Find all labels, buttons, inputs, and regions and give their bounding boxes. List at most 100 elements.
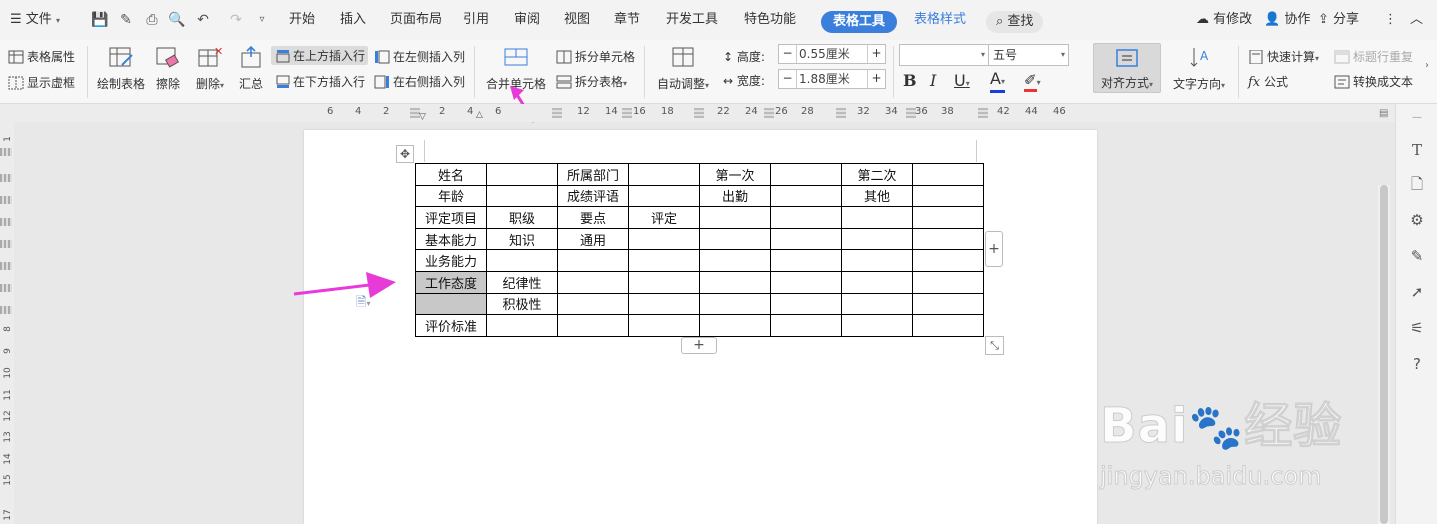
table-cell[interactable] [699, 206, 771, 229]
width-stepper[interactable]: − 1.88厘米 + [778, 69, 886, 89]
table-cell[interactable] [486, 163, 558, 186]
print-preview-icon[interactable]: 🔍 [167, 10, 187, 30]
tab-table-tools[interactable]: 表格工具 [821, 11, 898, 33]
table-cell[interactable]: 所属部门 [557, 163, 629, 186]
tab-chapter[interactable]: 章节 [614, 0, 640, 40]
share-button[interactable]: ⇪ 分享 [1318, 0, 1359, 40]
table-cell[interactable] [770, 163, 842, 186]
table-cell[interactable] [912, 270, 984, 294]
table-cell[interactable] [628, 292, 700, 316]
tab-home[interactable]: 开始 [289, 0, 315, 40]
split-table-button[interactable]: 拆分表格▾ [556, 73, 627, 90]
table-cell[interactable] [486, 249, 558, 272]
table-cell[interactable] [628, 249, 700, 272]
table-cell[interactable] [841, 206, 913, 229]
ruler-toggle-icon[interactable]: ▤ [1379, 108, 1388, 119]
add-column-button[interactable]: + [985, 231, 1003, 267]
document-table[interactable]: 姓名 所属部门 第一次 第二次 年龄 成绩评语 出勤 其他 评定项目 职级 要点 评定 基本能力 知识 通用… [415, 163, 984, 337]
table-cell[interactable]: 业务能力 [415, 249, 487, 272]
table-cell[interactable]: 评定 [628, 206, 700, 229]
tab-developer[interactable]: 开发工具 [666, 0, 718, 40]
table-cell[interactable] [770, 292, 842, 316]
customize-icon[interactable]: ▿ [252, 10, 272, 30]
table-cell[interactable] [912, 206, 984, 229]
table-cell[interactable]: 姓名 [415, 163, 487, 186]
table-cell[interactable] [699, 314, 771, 337]
tab-table-style[interactable]: 表格样式 [914, 0, 966, 40]
insert-column-left-button[interactable]: 在左侧插入列 [374, 48, 465, 65]
text-direction-button[interactable]: A 文字方向▾ [1168, 45, 1230, 92]
collapse-ribbon-icon[interactable]: ︿ [1410, 0, 1423, 40]
table-cell[interactable] [699, 292, 771, 316]
table-cell[interactable] [770, 227, 842, 251]
highlight-button[interactable]: ✐▾ [1024, 71, 1041, 92]
print-icon[interactable]: ⎙ [142, 10, 162, 30]
table-move-handle[interactable]: ✥ [396, 145, 414, 163]
search-button[interactable]: ⌕ 查找 [986, 11, 1044, 33]
width-decrement-button[interactable]: − [779, 70, 797, 88]
format-painter-icon[interactable]: ✎ [116, 10, 136, 30]
tab-review[interactable]: 审阅 [514, 0, 540, 40]
show-gridlines-button[interactable]: 显示虚框 [8, 74, 75, 91]
ruler-column-marker[interactable] [552, 108, 562, 118]
table-cell[interactable]: 其他 [841, 184, 913, 208]
font-size-dropdown[interactable]: 五号 ▾ [988, 44, 1069, 66]
ruler-column-marker[interactable] [694, 108, 704, 118]
table-cell[interactable] [557, 249, 629, 272]
table-cell[interactable] [912, 292, 984, 316]
table-cell[interactable] [770, 249, 842, 272]
table-cell[interactable]: 年龄 [415, 184, 487, 208]
table-cell[interactable] [912, 314, 984, 337]
table-cell[interactable] [557, 270, 629, 294]
modified-button[interactable]: ☁ 有修改 [1196, 0, 1252, 40]
table-cell[interactable]: 第一次 [699, 163, 771, 186]
table-cell[interactable] [628, 163, 700, 186]
redo-icon[interactable]: ↷ [226, 10, 246, 30]
table-cell[interactable]: 基本能力 [415, 227, 487, 251]
table-cell[interactable] [699, 227, 771, 251]
sliders-icon[interactable]: ⚟ [1407, 318, 1427, 338]
table-cell[interactable] [912, 249, 984, 272]
table-cell[interactable]: 纪律性 [486, 270, 558, 294]
convert-to-text-button[interactable]: 转换成文本 [1334, 73, 1413, 90]
help-icon[interactable]: ? [1407, 354, 1427, 374]
height-increment-button[interactable]: + [867, 45, 885, 63]
table-cell[interactable] [770, 184, 842, 208]
insert-row-above-button[interactable]: 在上方插入行 [271, 46, 369, 65]
draw-table-button[interactable]: 绘制表格 [96, 45, 146, 92]
ruler-column-marker[interactable] [764, 108, 774, 118]
table-cell[interactable]: 知识 [486, 227, 558, 251]
table-cell[interactable] [628, 270, 700, 294]
align-button[interactable]: 对齐方式▾ [1093, 43, 1161, 93]
table-cell[interactable]: 要点 [557, 206, 629, 229]
table-cell[interactable] [770, 206, 842, 229]
italic-button[interactable]: I [930, 71, 936, 90]
table-cell[interactable] [912, 163, 984, 186]
table-cell[interactable] [415, 292, 487, 316]
insert-column-right-button[interactable]: 在右侧插入列 [374, 73, 465, 90]
table-cell[interactable]: 通用 [557, 227, 629, 251]
table-cell[interactable] [486, 184, 558, 208]
auto-fit-button[interactable]: 自动调整▾ [654, 45, 712, 92]
ribbon-scroll-right-icon[interactable]: › [1425, 60, 1429, 71]
collaborate-button[interactable]: 👤 协作 [1264, 0, 1310, 40]
summary-button[interactable]: 汇总 [236, 45, 266, 92]
cursor-icon[interactable]: ➚ [1407, 282, 1427, 302]
tab-insert[interactable]: 插入 [340, 0, 366, 40]
table-cell[interactable] [912, 227, 984, 251]
table-cell[interactable] [770, 314, 842, 337]
formula-button[interactable]: fx 公式 [1248, 73, 1288, 90]
table-cell[interactable] [628, 184, 700, 208]
table-cell[interactable] [557, 292, 629, 316]
insert-row-below-button[interactable]: 在下方插入行 [274, 73, 365, 90]
ruler-column-marker[interactable] [836, 108, 846, 118]
table-cell[interactable]: 工作态度 [415, 270, 487, 294]
table-cell[interactable] [699, 270, 771, 294]
table-resize-handle[interactable]: ⤡ [985, 336, 1004, 355]
table-cell[interactable] [841, 314, 913, 337]
tab-view[interactable]: 视图 [564, 0, 590, 40]
table-cell[interactable] [486, 314, 558, 337]
width-increment-button[interactable]: + [867, 70, 885, 88]
quick-calc-button[interactable]: 快速计算▾ [1248, 48, 1319, 65]
tab-marker-icon[interactable]: △ [476, 110, 483, 120]
